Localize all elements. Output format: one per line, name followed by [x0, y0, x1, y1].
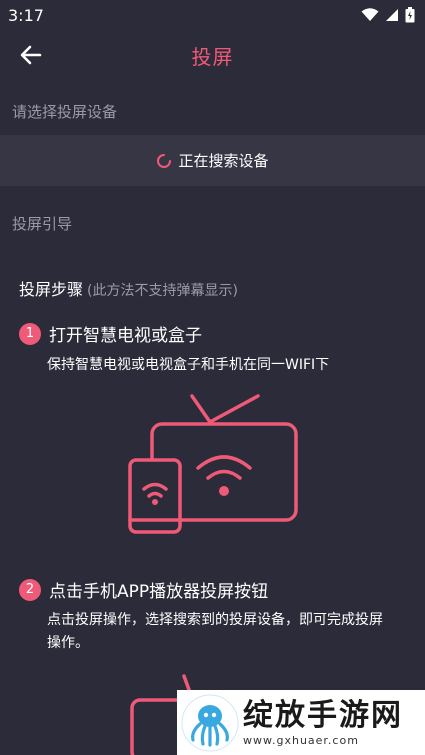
battery-icon [405, 7, 415, 23]
guide-section-label: 投屏引导 [12, 215, 73, 233]
steps-heading-note: (此方法不支持弹幕显示) [87, 283, 238, 299]
page-title: 投屏 [191, 44, 234, 69]
step-1-number-badge: 1 [19, 322, 41, 345]
search-status-text: 正在搜索设备 [178, 152, 269, 170]
device-search-row[interactable]: 正在搜索设备 [0, 135, 425, 186]
arrow-left-icon [20, 45, 42, 65]
step-2-title-row: 2 点击手机APP播放器投屏按钮 [19, 577, 268, 602]
octopus-logo [181, 694, 239, 751]
status-icons [361, 7, 415, 23]
app-bar: 投屏 [0, 30, 425, 80]
tv-phone-wifi-icon [128, 394, 298, 534]
signal-icon [386, 9, 398, 21]
step-1-title: 打开智慧电视或盒子 [49, 326, 202, 346]
back-button[interactable] [16, 42, 46, 68]
status-time: 3:17 [8, 5, 44, 25]
wifi-icon [361, 8, 379, 21]
step-1-title-row: 1 打开智慧电视或盒子 [19, 321, 202, 346]
steps-heading: 投屏步骤 (此方法不支持弹幕显示) [19, 276, 238, 300]
step-1-description: 保持智慧电视或电视盒子和手机在同一WIFI下 [47, 357, 330, 373]
watermark-url: www.gxhuaer.com [243, 734, 359, 747]
step-2-description: 点击投屏操作，选择搜索到的投屏设备，即可完成投屏操作。 [47, 612, 383, 651]
watermark-text: 绽放手游网 www.gxhuaer.com [243, 698, 403, 747]
loading-spinner-icon [157, 153, 172, 168]
watermark: 绽放手游网 www.gxhuaer.com [177, 690, 425, 755]
watermark-title: 绽放手游网 [243, 698, 403, 733]
status-bar: 3:17 [0, 0, 425, 30]
step-2-title: 点击手机APP播放器投屏按钮 [49, 582, 269, 602]
steps-heading-title: 投屏步骤 [19, 280, 84, 299]
device-section-label: 请选择投屏设备 [12, 103, 118, 121]
step-2-number-badge: 2 [19, 578, 41, 601]
